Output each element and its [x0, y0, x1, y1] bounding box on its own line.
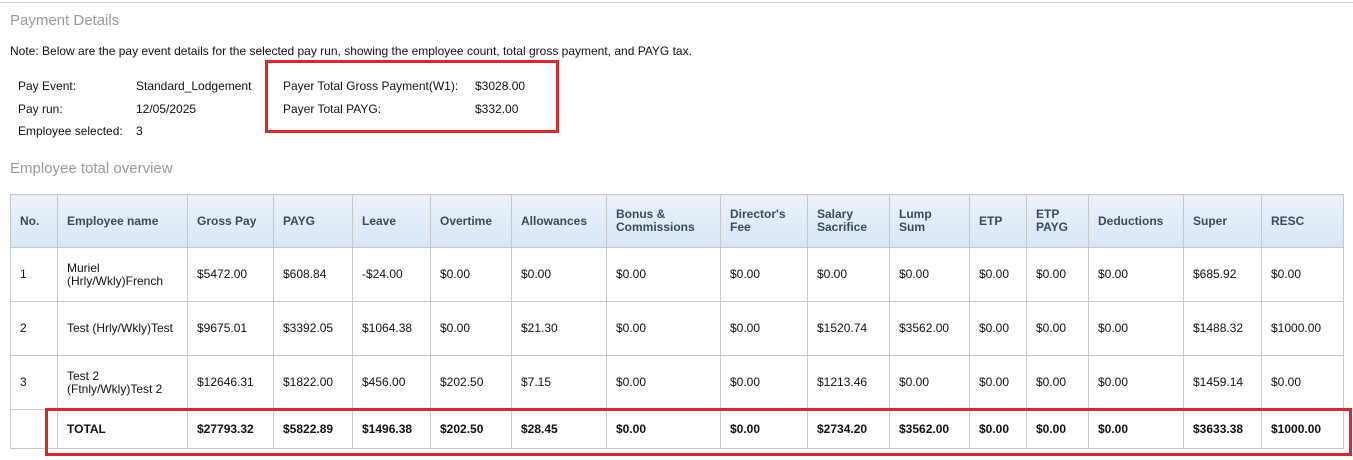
table-cell: $3392.05 [273, 301, 353, 356]
table-cell: $0.00 [969, 247, 1027, 302]
payment-note: Note: Below are the pay event details fo… [10, 44, 692, 58]
table-cell: $1064.38 [352, 301, 431, 356]
table-cell: $7.15 [511, 355, 607, 410]
table-cell: $1459.14 [1183, 355, 1262, 410]
total-row-highlight [45, 408, 1352, 456]
col-header-leave: Leave [352, 194, 431, 248]
table-cell: $608.84 [273, 247, 353, 302]
pay-event-value: Standard_Lodgement [136, 79, 252, 93]
table-cell: Test (Hrly/Wkly)Test [57, 301, 188, 356]
col-header-lump-sum: Lump Sum [889, 194, 970, 248]
table-cell: $0.00 [1026, 301, 1089, 356]
table-cell: $456.00 [352, 355, 431, 410]
col-header-super: Super [1183, 194, 1262, 248]
table-cell: $0.00 [969, 355, 1027, 410]
table-cell: $685.92 [1183, 247, 1262, 302]
table-cell: $0.00 [720, 301, 808, 356]
table-cell: 3 [10, 355, 58, 410]
payer-gross-label: Payer Total Gross Payment(W1): [283, 79, 459, 93]
payer-totals-highlight [265, 60, 559, 133]
table-cell: $0.00 [1088, 247, 1184, 302]
table-cell: $1822.00 [273, 355, 353, 410]
table-cell: $0.00 [1088, 355, 1184, 410]
col-header-resc: RESC [1261, 194, 1344, 248]
col-header-bonus-commissions: Bonus & Commissions [606, 194, 721, 248]
table-cell: $0.00 [720, 247, 808, 302]
table-row: 3 Test 2 (Ftnly/Wkly)Test 2 $12646.31 $1… [10, 355, 1344, 410]
pay-event-label: Pay Event: [18, 79, 77, 93]
col-header-salary-sacrifice: Salary Sacrifice [807, 194, 890, 248]
table-cell: $0.00 [969, 301, 1027, 356]
pay-run-value: 12/05/2025 [136, 102, 197, 116]
employee-overview-title: Employee total overview [10, 160, 173, 177]
col-header-employee-name: Employee name [57, 194, 188, 248]
col-header-directors-fee: Director's Fee [720, 194, 808, 248]
table-cell: $0.00 [720, 355, 808, 410]
payer-payg-label: Payer Total PAYG: [283, 102, 382, 116]
table-cell: Muriel (Hrly/Wkly)French [57, 247, 188, 302]
col-header-etp: ETP [969, 194, 1027, 248]
table-row: 1 Muriel (Hrly/Wkly)French $5472.00 $608… [10, 247, 1344, 302]
table-cell: $0.00 [1261, 247, 1344, 302]
table-cell: $5472.00 [187, 247, 274, 302]
col-header-no: No. [10, 194, 58, 248]
col-header-gross-pay: Gross Pay [187, 194, 274, 248]
col-header-overtime: Overtime [430, 194, 512, 248]
pay-run-label: Pay run: [18, 102, 63, 116]
table-cell: $1520.74 [807, 301, 890, 356]
table-cell: $0.00 [807, 247, 890, 302]
employee-selected-value: 3 [136, 124, 143, 138]
top-divider [0, 2, 1353, 3]
table-cell: $0.00 [1026, 247, 1089, 302]
table-cell: -$24.00 [352, 247, 431, 302]
table-cell: $21.30 [511, 301, 607, 356]
table-cell: $0.00 [606, 247, 721, 302]
table-cell: 1 [10, 247, 58, 302]
table-header-row: No. Employee name Gross Pay PAYG Leave O… [10, 194, 1344, 248]
col-header-payg: PAYG [273, 194, 353, 248]
payment-details-title: Payment Details [10, 12, 120, 29]
table-cell: $0.00 [511, 247, 607, 302]
table-cell: $0.00 [1088, 301, 1184, 356]
table-cell: $0.00 [889, 355, 970, 410]
table-cell: Test 2 (Ftnly/Wkly)Test 2 [57, 355, 188, 410]
table-cell: $1488.32 [1183, 301, 1262, 356]
table-cell: 2 [10, 301, 58, 356]
table-cell: $1000.00 [1261, 301, 1344, 356]
table-cell: $0.00 [430, 247, 512, 302]
table-cell: $0.00 [1026, 355, 1089, 410]
employee-selected-label: Employee selected: [18, 124, 123, 138]
table-cell: $9675.01 [187, 301, 274, 356]
table-row: 2 Test (Hrly/Wkly)Test $9675.01 $3392.05… [10, 301, 1344, 356]
table-cell: $0.00 [606, 355, 721, 410]
table-cell: $12646.31 [187, 355, 274, 410]
col-header-etp-payg: ETP PAYG [1026, 194, 1089, 248]
table-cell: $3562.00 [889, 301, 970, 356]
table-cell: $0.00 [430, 301, 512, 356]
table-cell: $0.00 [1261, 355, 1344, 410]
table-cell: $0.00 [889, 247, 970, 302]
col-header-deductions: Deductions [1088, 194, 1184, 248]
table-cell: $1213.46 [807, 355, 890, 410]
table-cell: $0.00 [606, 301, 721, 356]
table-cell: $202.50 [430, 355, 512, 410]
col-header-allowances: Allowances [511, 194, 607, 248]
payer-gross-value: $3028.00 [475, 79, 526, 93]
payer-payg-value: $332.00 [475, 102, 519, 116]
